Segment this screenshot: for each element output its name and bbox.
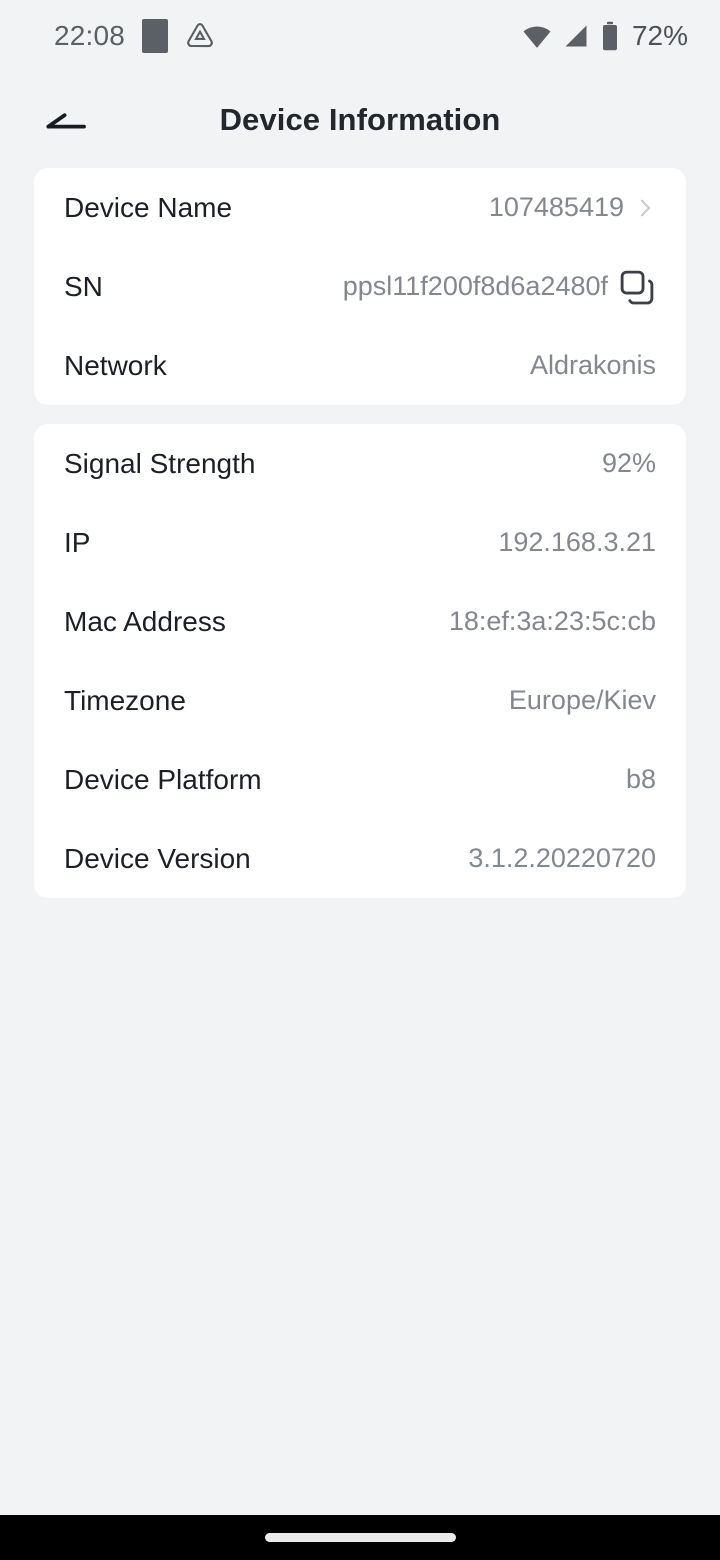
chevron-right-icon [640, 199, 651, 216]
row-ip-address: IP 192.168.3.21 [64, 503, 656, 582]
row-network: Network Aldrakonis [64, 326, 656, 405]
row-label: Network [64, 349, 167, 381]
back-button[interactable] [30, 84, 102, 156]
copy-icon[interactable] [618, 268, 656, 306]
row-value: Europe/Kiev [508, 685, 656, 715]
status-bar-left: 22:08 [54, 19, 215, 53]
row-signal-strength: Signal Strength 92% [64, 424, 656, 503]
row-value: 192.168.3.21 [498, 527, 656, 557]
row-value-group: Aldrakonis [530, 350, 656, 381]
triangle-badge-icon [185, 21, 215, 51]
battery-icon [600, 21, 620, 51]
row-value-group: 107485419 [489, 192, 656, 223]
page-title: Device Information [219, 102, 501, 137]
row-value: ppsl11f200f8d6a2480f [342, 271, 608, 301]
row-label: Device Platform [64, 763, 262, 795]
row-value: 92% [601, 448, 656, 478]
row-value: 18:ef:3a:23:5c:cb [448, 606, 656, 636]
row-device-platform: Device Platform b8 [64, 740, 656, 819]
row-value: 107485419 [488, 192, 624, 222]
wifi-icon [522, 21, 552, 51]
status-bar-right: 72% [522, 21, 688, 51]
row-value: 3.1.2.20220720 [468, 843, 656, 873]
system-navigation-bar [0, 1515, 720, 1560]
status-bar-clock: 22:08 [54, 20, 126, 51]
home-indicator[interactable] [264, 1533, 456, 1542]
row-value-group: ppsl11f200f8d6a2480f [343, 268, 656, 306]
row-label: Signal Strength [64, 447, 256, 479]
row-serial-number: SN ppsl11f200f8d6a2480f [64, 247, 656, 326]
row-mac-address: Mac Address 18:ef:3a:23:5c:cb [64, 582, 656, 661]
row-device-version: Device Version 3.1.2.20220720 [64, 819, 656, 898]
battery-percentage: 72% [631, 20, 688, 51]
row-label: Timezone [64, 684, 186, 716]
row-label: Mac Address [64, 605, 226, 637]
row-timezone: Timezone Europe/Kiev [64, 661, 656, 740]
row-label: SN [64, 270, 103, 302]
row-device-name[interactable]: Device Name 107485419 [64, 168, 656, 247]
row-label: Device Version [64, 842, 251, 874]
app-header: Device Information [0, 72, 720, 168]
row-label: IP [64, 526, 91, 558]
row-value: b8 [625, 764, 656, 794]
content-area: Device Name 107485419 SN ppsl11f200f8d6a… [0, 168, 720, 1515]
device-information-screen: 22:08 72% Device Information Device Name… [0, 0, 720, 1560]
status-bar: 22:08 72% [0, 0, 720, 72]
row-label: Device Name [64, 191, 233, 223]
identity-card: Device Name 107485419 SN ppsl11f200f8d6a… [34, 168, 686, 405]
connection-card: Signal Strength 92% IP 192.168.3.21 Mac … [34, 424, 686, 898]
row-value: Aldrakonis [529, 350, 656, 380]
signal-icon [562, 22, 590, 50]
square-icon [142, 19, 169, 53]
back-arrow-icon [46, 113, 86, 129]
